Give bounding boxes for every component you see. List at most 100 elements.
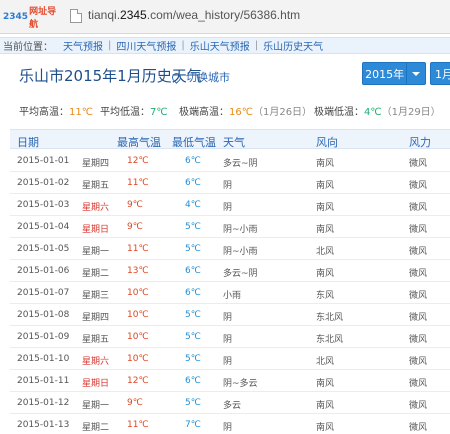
url-prefix: tianqi.	[88, 8, 121, 22]
breadcrumb-weather-forecast[interactable]: 天气预报	[63, 38, 103, 53]
table-row: 2015-01-09 星期五 10℃ 5℃ 阴 东北风 微风	[10, 326, 450, 348]
breadcrumb-sichuan[interactable]: 四川天气预报	[116, 38, 176, 53]
cell-wind-direction: 南风	[316, 269, 335, 279]
cell-weather: 阴	[223, 181, 233, 191]
breadcrumb: 当前位置： 天气预报 | 四川天气预报 | 乐山天气预报 | 乐山历史天气	[0, 37, 450, 54]
chevron-down-icon[interactable]	[406, 63, 425, 84]
cell-weather: 小雨	[223, 291, 242, 301]
cell-wind-power: 微风	[409, 203, 428, 213]
cell-weather: 阴~小雨	[223, 225, 258, 235]
extreme-low-date: （1月29日）	[381, 107, 441, 118]
cell-weather: 阴	[223, 357, 233, 367]
cell-weekday: 星期二	[82, 269, 110, 279]
cell-weather: 多云	[223, 401, 242, 411]
bookmark-2345[interactable]: 2345 网址导航	[3, 6, 65, 30]
cell-weekday: 星期四	[82, 313, 110, 323]
cell-wind-power: 微风	[409, 401, 428, 411]
table-header: 日期 最高气温 最低气温 天气 风向 风力	[10, 129, 450, 149]
avg-low: 平均低温：7℃	[100, 103, 168, 118]
browser-toolbar: 2345 网址导航 tianqi.2345.com/wea_history/56…	[0, 0, 450, 34]
url-domain: 2345	[120, 8, 147, 22]
header-wind-direction: 风向	[316, 136, 338, 149]
extreme-high-date: （1月26日）	[252, 107, 313, 118]
cell-weather: 多云~阴	[223, 269, 258, 279]
cell-wind-power: 微风	[409, 291, 428, 301]
cell-weekday: 星期一	[82, 401, 110, 411]
switch-city-link[interactable]: 切换城市	[170, 69, 230, 85]
cell-high-temp: 9℃	[127, 398, 143, 408]
cell-high-temp: 10℃	[127, 288, 149, 298]
cell-wind-direction: 北风	[316, 247, 335, 257]
extreme-low-value: 4℃	[364, 107, 382, 118]
page-icon	[70, 9, 82, 23]
cell-wind-direction: 北风	[316, 357, 335, 367]
cell-weather: 阴	[223, 335, 233, 345]
cell-low-temp: 5℃	[185, 354, 201, 364]
cell-date: 2015-01-08	[17, 310, 70, 320]
cell-high-temp: 11℃	[127, 178, 149, 188]
table-row: 2015-01-07 星期三 10℃ 6℃ 小雨 东风 微风	[10, 282, 450, 304]
table-row: 2015-01-05 星期一 11℃ 5℃ 阴~小雨 北风 微风	[10, 238, 450, 260]
url-rest: .com/wea_history/56386.htm	[146, 8, 301, 22]
cell-wind-direction: 南风	[316, 203, 335, 213]
avg-high: 平均高温：11℃	[19, 103, 93, 118]
breadcrumb-leshan[interactable]: 乐山天气预报	[190, 38, 250, 53]
cell-weekday: 星期日	[82, 225, 110, 235]
cell-wind-direction: 南风	[316, 379, 335, 389]
avg-low-value: 7℃	[150, 107, 168, 118]
cell-wind-power: 微风	[409, 247, 428, 257]
cell-wind-direction: 南风	[316, 401, 335, 411]
address-bar[interactable]: tianqi.2345.com/wea_history/56386.htm	[88, 8, 300, 22]
breadcrumb-label: 当前位置：	[3, 42, 53, 53]
header-wind-power: 风力	[409, 136, 431, 149]
switch-city-label: 切换城市	[186, 71, 230, 84]
table-row: 2015-01-08 星期四 10℃ 5℃ 阴 东北风 微风	[10, 304, 450, 326]
cell-date: 2015-01-04	[17, 222, 70, 232]
cell-date: 2015-01-13	[17, 420, 70, 430]
cell-weekday: 星期日	[82, 379, 110, 389]
month-select[interactable]: 1月	[430, 62, 450, 85]
year-select[interactable]: 2015年	[362, 62, 426, 85]
header-weather: 天气	[223, 136, 245, 149]
avg-high-label: 平均高温：	[19, 107, 69, 118]
cell-high-temp: 9℃	[127, 200, 143, 210]
breadcrumb-separator: |	[254, 40, 259, 51]
cell-wind-direction: 东北风	[316, 313, 344, 323]
extreme-low: 极端低温：4℃（1月29日）	[314, 103, 441, 118]
cell-weather: 多云~阴	[223, 159, 258, 169]
cell-weekday: 星期五	[82, 181, 110, 191]
extreme-high: 极端高温：16℃（1月26日）	[179, 103, 312, 118]
breadcrumb-separator: |	[181, 40, 185, 51]
header-date: 日期	[17, 136, 39, 149]
cell-low-temp: 6℃	[185, 178, 201, 188]
year-value: 2015年	[365, 67, 405, 81]
table-row: 2015-01-10 星期六 10℃ 5℃ 阴 北风 微风	[10, 348, 450, 370]
cell-date: 2015-01-02	[17, 178, 70, 188]
cell-high-temp: 10℃	[127, 310, 149, 320]
cell-weekday: 星期五	[82, 335, 110, 345]
cell-high-temp: 13℃	[127, 266, 149, 276]
table-row: 2015-01-03 星期六 9℃ 4℃ 阴 南风 微风	[10, 194, 450, 216]
cell-wind-direction: 南风	[316, 159, 335, 169]
cell-date: 2015-01-01	[17, 156, 70, 166]
cell-high-temp: 10℃	[127, 354, 149, 364]
location-pin-icon	[170, 70, 183, 84]
cell-wind-power: 微风	[409, 159, 428, 169]
cell-high-temp: 12℃	[127, 376, 149, 386]
cell-high-temp: 12℃	[127, 156, 149, 166]
breadcrumb-leshan-history[interactable]: 乐山历史天气	[263, 38, 323, 53]
cell-wind-direction: 东风	[316, 291, 335, 301]
avg-low-label: 平均低温：	[100, 107, 150, 118]
cell-low-temp: 5℃	[185, 244, 201, 254]
avg-high-value: 11℃	[69, 107, 93, 118]
cell-weather: 阴~小雨	[223, 247, 258, 257]
cell-high-temp: 10℃	[127, 332, 149, 342]
cell-wind-direction: 南风	[316, 423, 335, 433]
cell-wind-power: 微风	[409, 313, 428, 323]
cell-wind-power: 微风	[409, 269, 428, 279]
extreme-low-label: 极端低温：	[314, 107, 364, 118]
cell-wind-power: 微风	[409, 335, 428, 345]
cell-weekday: 星期四	[82, 159, 110, 169]
cell-weather: 阴	[223, 313, 233, 323]
table-row: 2015-01-02 星期五 11℃ 6℃ 阴 南风 微风	[10, 172, 450, 194]
